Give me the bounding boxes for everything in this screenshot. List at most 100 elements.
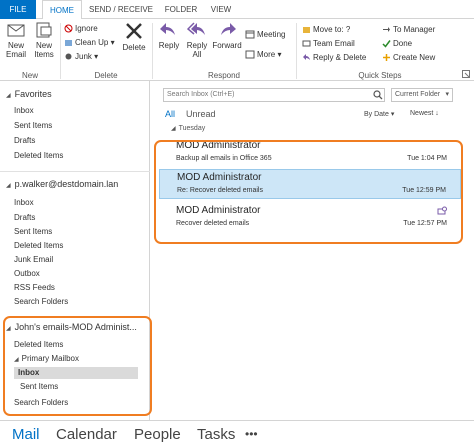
group-label-respond: Respond [207,71,241,80]
new-items-button[interactable]: New Items [31,21,57,59]
quickstep-done[interactable]: Done [382,38,412,49]
folder-pane: ◢ Favorites Inbox Sent Items Drafts Delet… [0,81,150,420]
forward-label: Forward [212,41,242,50]
collapse-triangle-icon[interactable]: ◢ [6,325,11,332]
create-new-label: Create New [393,53,436,62]
delete-x-icon [126,23,142,39]
nav-people[interactable]: People [134,426,181,443]
shared-folder-inbox[interactable]: Inbox [14,367,138,379]
new-email-button[interactable]: New Email [3,21,29,59]
shared-folder-deleted-items[interactable]: Deleted Items [14,339,63,351]
message-item-selected[interactable]: MOD Administrator Re: Recover deleted em… [159,169,461,199]
cleanup-button[interactable]: Clean Up ▾ [64,37,115,48]
message-sender: MOD Administrator [177,172,262,183]
new-items-label-2: Items [34,50,54,59]
message-list-pane: Search Inbox (Ctrl+E) Current Folder ▾ A… [151,81,474,420]
search-icon[interactable] [373,90,383,100]
ignore-button[interactable]: Ignore [64,23,98,34]
reply-all-label-1: Reply [186,41,208,50]
more-respond-button[interactable]: More ▾ [245,49,281,60]
cleanup-icon [65,40,72,47]
forward-button[interactable]: Forward [211,21,243,50]
reply-delete-label: Reply & Delete [313,53,367,62]
account-header[interactable]: ◢ p.walker@destdomain.lan [6,179,118,189]
shared-folder-sent-items[interactable]: Sent Items [20,381,58,393]
chevron-down-icon: ▾ [445,91,449,98]
nav-mail[interactable]: Mail [12,426,40,443]
favorites-item-inbox[interactable]: Inbox [14,105,34,117]
folder-search-folders[interactable]: Search Folders [14,296,68,308]
collapse-triangle-icon[interactable]: ◢ [6,92,11,99]
ribbon-separator [152,23,153,79]
new-items-icon [36,22,52,38]
folder-drafts[interactable]: Drafts [14,212,35,224]
folder-rss-feeds[interactable]: RSS Feeds [14,282,55,294]
quickstep-create-new[interactable]: Create New [382,52,435,63]
nav-more-options[interactable]: ••• [245,427,258,441]
favorites-item-deleted-items[interactable]: Deleted Items [14,150,63,162]
create-new-icon [383,54,390,62]
reply-all-icon [187,22,205,35]
quickstep-to-manager[interactable]: To Manager [382,24,435,35]
tab-folder[interactable]: FOLDER [160,0,202,19]
search-scope-dropdown[interactable]: Current Folder ▾ [391,88,453,102]
message-item[interactable]: MOD Administrator Recover deleted emails… [159,203,461,233]
primary-mailbox-label: Primary Mailbox [21,354,79,363]
more-respond-label: More [257,50,276,59]
favorites-header[interactable]: ◢ Favorites [6,89,52,99]
quickstep-move-to[interactable]: Move to: ? [302,24,350,35]
collapse-triangle-icon[interactable]: ◢ [14,357,19,363]
account-label: p.walker@destdomain.lan [14,179,119,189]
checkmark-icon [382,40,391,49]
tab-home[interactable]: HOME [42,0,82,20]
message-time: Tue 12:59 PM [402,187,446,194]
nav-divider [0,171,150,172]
folder-sent-items[interactable]: Sent Items [14,226,52,238]
reply-all-button[interactable]: Reply All [183,21,211,59]
sort-by-label: By Date [364,111,389,118]
favorites-label: Favorites [14,89,52,99]
message-item[interactable]: MOD Administrator Backup all emails in O… [159,138,461,168]
tab-send-receive[interactable]: SEND / RECEIVE [86,0,156,19]
folder-outbox[interactable]: Outbox [14,268,40,280]
reply-button[interactable]: Reply [155,21,183,50]
delete-label: Delete [122,43,146,52]
message-sender: MOD Administrator [176,140,261,151]
favorites-item-drafts[interactable]: Drafts [14,135,35,147]
to-manager-icon [383,27,390,33]
shared-mailbox-header[interactable]: ◢ John's emails-MOD Administ... [6,322,137,332]
quickstep-team-email[interactable]: Team Email [302,38,355,49]
collapse-triangle-icon[interactable]: ◢ [171,126,176,132]
move-to-label: Move to: ? [313,25,351,34]
group-label-new: New [21,71,38,80]
group-label-delete: Delete [94,71,118,80]
sort-by-dropdown[interactable]: By Date ▾ [364,110,394,118]
message-subject: Re: Recover deleted emails [177,187,263,194]
filter-all[interactable]: All [165,109,175,119]
folder-deleted-items[interactable]: Deleted Items [14,240,63,252]
folder-junk-email[interactable]: Junk Email [14,254,53,266]
favorites-item-sent-items[interactable]: Sent Items [14,120,52,132]
meeting-button[interactable]: Meeting [245,29,285,40]
nav-tasks[interactable]: Tasks [197,426,235,443]
ignore-icon [64,24,73,33]
date-group-header[interactable]: ◢ Tuesday [171,125,205,132]
reply-delete-icon [303,54,310,61]
filter-unread[interactable]: Unread [186,109,216,119]
nav-calendar[interactable]: Calendar [56,426,117,443]
folder-inbox[interactable]: Inbox [14,197,34,209]
team-email-label: Team Email [313,39,355,48]
sort-order-toggle[interactable]: Newest ↓ [410,110,439,117]
ribbon: New Email New Items New Ignore Clean Up … [0,19,474,81]
shared-folder-primary-mailbox[interactable]: ◢ Primary Mailbox [14,353,79,365]
tab-view[interactable]: VIEW [206,0,236,19]
search-input[interactable]: Search Inbox (Ctrl+E) [163,88,385,102]
done-label: Done [393,39,413,48]
junk-button[interactable]: Junk ▾ [64,51,98,62]
dialog-launcher-icon[interactable] [462,70,470,78]
quickstep-reply-delete[interactable]: Reply & Delete [302,52,366,63]
delete-button[interactable]: Delete [120,21,148,52]
shared-folder-search-folders[interactable]: Search Folders [14,397,68,409]
tab-file[interactable]: FILE [0,0,36,19]
collapse-triangle-icon[interactable]: ◢ [6,182,11,189]
